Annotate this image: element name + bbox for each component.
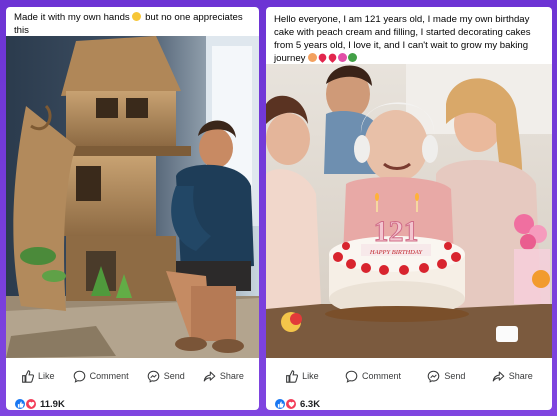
pink-heart-emoji-icon xyxy=(338,53,348,62)
like-label: Like xyxy=(38,371,55,381)
love-reaction-icon xyxy=(25,398,37,410)
send-label: Send xyxy=(444,371,466,381)
post-treehouse: Made it with my own hands but no one app… xyxy=(6,7,259,410)
red-heart-emoji-icon xyxy=(327,52,339,63)
like-icon xyxy=(286,369,299,383)
like-button[interactable]: Like xyxy=(285,369,319,383)
clover-emoji-icon xyxy=(348,53,358,62)
comment-button[interactable]: Comment xyxy=(345,370,401,383)
post-action-bar: Like Comment Send Share xyxy=(6,358,259,394)
share-button[interactable]: Share xyxy=(203,370,244,383)
cake-banner: HAPPY BIRTHDAY xyxy=(369,249,424,256)
share-label: Share xyxy=(219,371,244,381)
reaction-summary[interactable]: 6.3K xyxy=(266,394,552,410)
send-button[interactable]: Send xyxy=(427,370,465,383)
comment-icon xyxy=(73,370,85,383)
cake-candle-number: 121 xyxy=(374,215,419,248)
comment-label: Comment xyxy=(362,371,402,381)
caption-text: Made it with my own hands xyxy=(14,12,130,23)
comment-label: Comment xyxy=(89,371,129,381)
like-icon xyxy=(22,369,35,383)
treehouse-illustration xyxy=(6,36,259,358)
post-image-birthday[interactable]: HAPPY BIRTHDAY 121 xyxy=(266,64,552,358)
birthday-photo: HAPPY BIRTHDAY 121 xyxy=(266,64,552,358)
send-button[interactable]: Send xyxy=(147,370,185,383)
relieved-face-emoji-icon xyxy=(132,12,142,21)
send-icon xyxy=(428,370,440,383)
post-action-bar: Like Comment Send Share xyxy=(266,358,552,394)
reaction-count: 11.9K xyxy=(40,398,65,410)
like-label: Like xyxy=(302,371,319,381)
post-birthday-cake: Hello everyone, I am 121 years old, I ma… xyxy=(266,7,552,410)
send-label: Send xyxy=(163,371,185,381)
send-icon xyxy=(147,370,160,383)
post-image-treehouse[interactable] xyxy=(6,36,259,358)
reaction-summary[interactable]: 11.9K xyxy=(6,394,259,410)
share-icon xyxy=(203,371,216,381)
post-caption: Hello everyone, I am 121 years old, I ma… xyxy=(266,7,552,64)
share-icon xyxy=(492,371,505,381)
comment-button[interactable]: Comment xyxy=(73,370,129,383)
heart-emoji-icon xyxy=(317,52,329,63)
like-button[interactable]: Like xyxy=(21,369,55,383)
share-button[interactable]: Share xyxy=(492,370,533,383)
love-reaction-icon xyxy=(285,398,297,410)
cake-emoji-icon xyxy=(308,53,318,62)
share-label: Share xyxy=(508,371,533,381)
post-caption: Made it with my own hands but no one app… xyxy=(6,7,259,48)
comment-icon xyxy=(345,370,358,383)
reaction-count: 6.3K xyxy=(300,398,321,410)
